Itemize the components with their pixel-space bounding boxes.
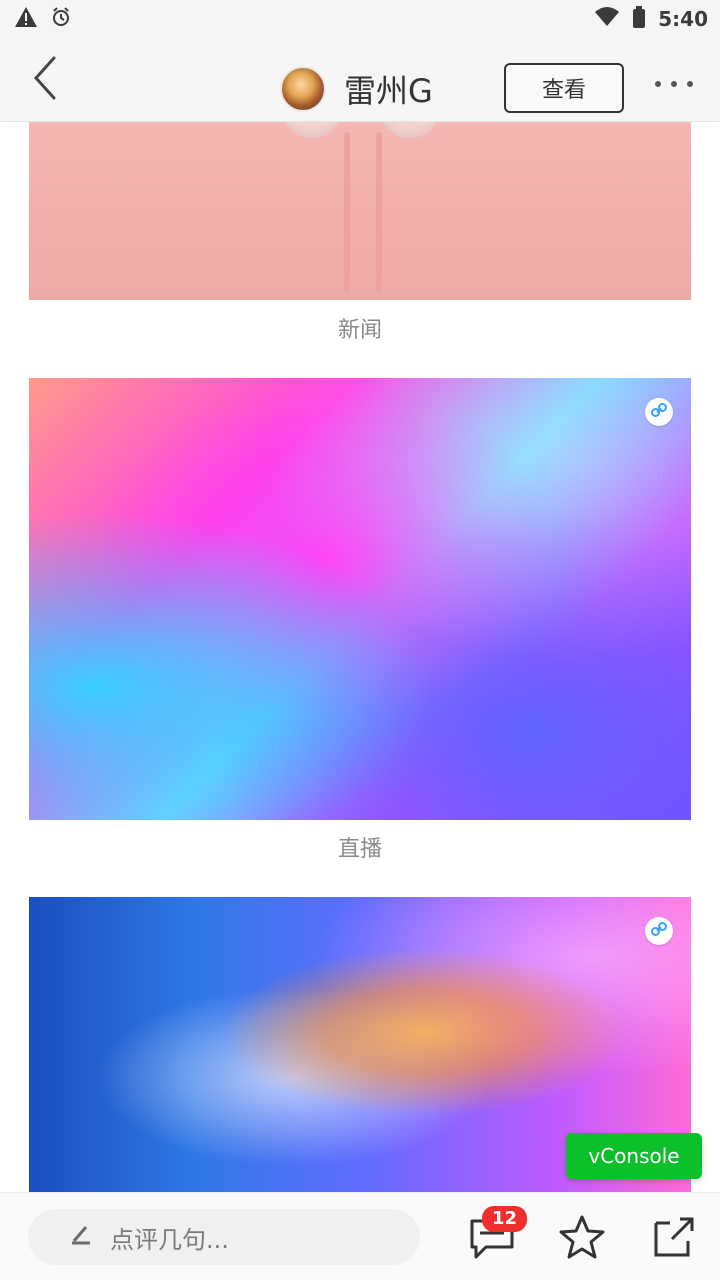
share-button[interactable] <box>648 1211 700 1263</box>
caption-live: 直播 <box>337 837 382 862</box>
vconsole-button[interactable]: vConsole <box>566 1133 702 1179</box>
caption-news: 新闻 <box>337 318 382 343</box>
earbud-right <box>379 122 441 138</box>
page-title: 雷州G <box>344 72 433 110</box>
back-arrow-icon <box>24 56 64 106</box>
favorite-button[interactable] <box>556 1211 608 1263</box>
status-bar: 5:40 <box>0 0 720 36</box>
earbud-cable-right <box>376 132 382 292</box>
pen-icon <box>68 1221 94 1253</box>
comment-placeholder: 点评几句... <box>110 1225 229 1254</box>
battery-icon <box>632 6 646 32</box>
comment-input[interactable]: 点评几句... <box>28 1209 420 1265</box>
comment-count-badge: 12 <box>482 1206 528 1232</box>
content-scroll[interactable]: 新闻 直播 <box>0 122 720 1192</box>
status-time: 5:40 <box>658 7 708 31</box>
avatar[interactable] <box>280 66 326 112</box>
comment-icon <box>466 1219 518 1267</box>
star-icon <box>556 1215 608 1267</box>
earbud-cable-left <box>344 132 350 292</box>
link-icon <box>650 920 668 942</box>
status-right: 5:40 <box>594 6 708 32</box>
back-button[interactable] <box>24 54 64 102</box>
status-left <box>14 6 72 32</box>
view-button[interactable]: 查看 <box>504 63 624 113</box>
warning-icon <box>14 6 38 32</box>
link-badge[interactable] <box>645 398 673 426</box>
bottom-bar: 点评几句... <box>0 1192 720 1280</box>
news-image[interactable] <box>29 122 691 300</box>
link-badge[interactable] <box>645 917 673 945</box>
wifi-icon <box>594 6 620 32</box>
earbud-left <box>281 122 343 138</box>
share-icon <box>648 1217 700 1267</box>
more-icon <box>652 79 696 98</box>
link-icon <box>650 401 668 423</box>
alarm-icon <box>50 6 72 32</box>
live-image[interactable] <box>29 378 691 820</box>
top-nav: 雷州G 查看 <box>0 36 720 122</box>
more-button[interactable] <box>652 74 696 94</box>
